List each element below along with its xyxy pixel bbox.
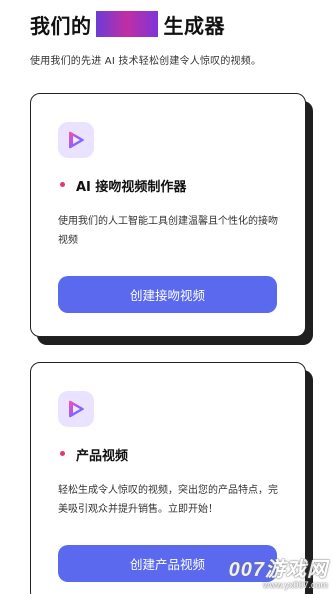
title-suffix: 生成器 bbox=[163, 13, 225, 38]
bullet-dot bbox=[60, 451, 65, 456]
play-logo-icon bbox=[58, 122, 94, 158]
card-description: 轻松生成令人惊叹的视频，突出您的产品特点，完美吸引观众并提升销售。立即开始！ bbox=[58, 485, 278, 515]
bullet-dot bbox=[60, 182, 65, 187]
page-title: 我们的 生成器 bbox=[30, 8, 225, 40]
card-description: 使用我们的人工智能工具创建温馨且个性化的接吻视频 bbox=[58, 216, 278, 246]
site-watermark: 007游戏网 www.yx007.com bbox=[229, 553, 328, 590]
play-logo-icon bbox=[58, 391, 94, 427]
kiss-video-card: AI 接吻视频制作器 使用我们的人工智能工具创建温馨且个性化的接吻视频 创建接吻… bbox=[30, 93, 313, 345]
card-heading: 产品视频 bbox=[76, 449, 129, 464]
watermark-brand: 007游戏网 bbox=[228, 559, 328, 581]
card-body: AI 接吻视频制作器 使用我们的人工智能工具创建温馨且个性化的接吻视频 创建接吻… bbox=[30, 93, 306, 337]
title-prefix: 我们的 bbox=[30, 13, 92, 38]
title-redaction-block bbox=[95, 11, 158, 37]
create-kiss-video-button[interactable]: 创建接吻视频 bbox=[58, 276, 277, 313]
page-subtitle: 使用我们的先进 AI 技术轻松创建令人惊叹的视频。 bbox=[30, 56, 262, 67]
card-heading: AI 接吻视频制作器 bbox=[76, 180, 187, 195]
generator-page: 我们的 生成器 使用我们的先进 AI 技术轻松创建令人惊叹的视频。 AI 接吻视… bbox=[0, 0, 334, 594]
